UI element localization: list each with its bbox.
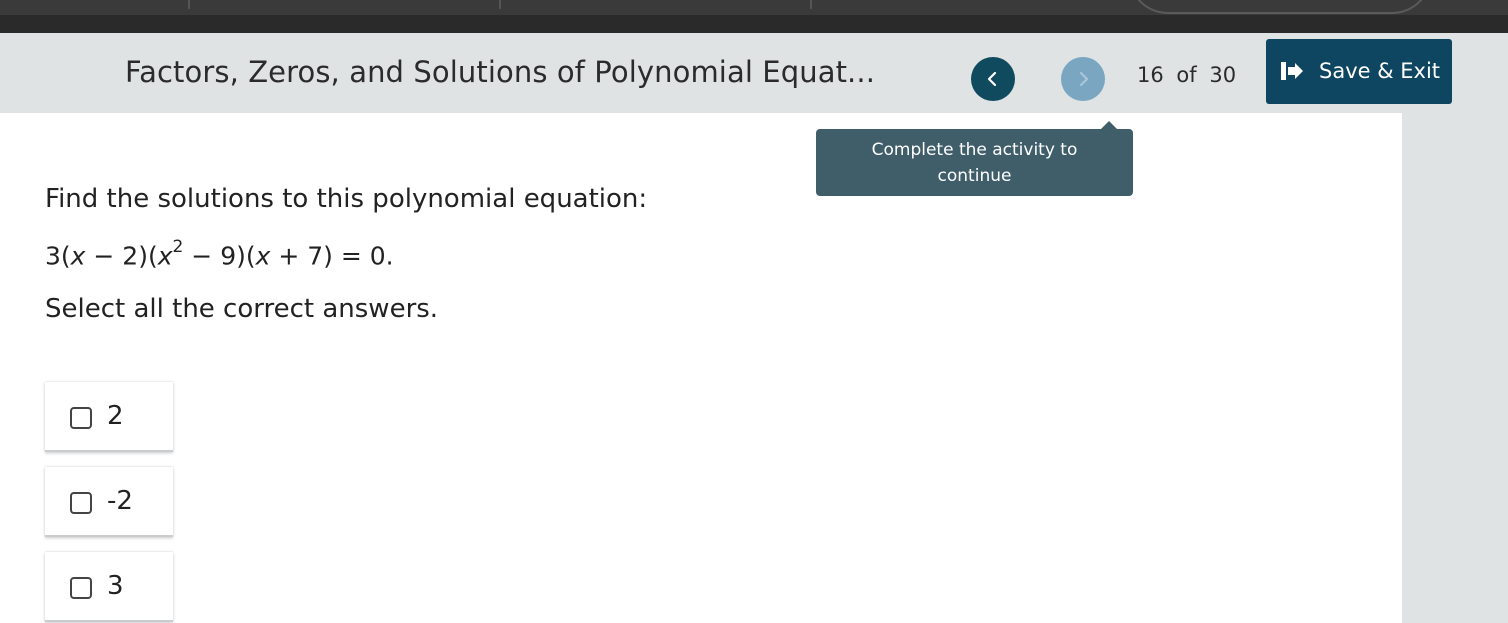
activity-title: Factors, Zeros, and Solutions of Polynom… (125, 55, 876, 89)
activity-header: Factors, Zeros, and Solutions of Polynom… (0, 33, 1453, 113)
equation-variable: x (157, 241, 173, 271)
page-of: of (1176, 63, 1197, 87)
checkbox[interactable] (70, 577, 92, 599)
chevron-left-icon (987, 71, 997, 87)
page-counter: 16 of 30 (1137, 63, 1236, 87)
page-total: 30 (1209, 63, 1237, 87)
previous-button[interactable] (971, 57, 1015, 101)
polynomial-equation: 3(x − 2)(x2 − 9)(x + 7) = 0. (45, 237, 394, 271)
checkbox[interactable] (70, 492, 92, 514)
save-exit-button[interactable]: Save & Exit (1266, 39, 1452, 104)
tooltip-arrow (1101, 121, 1117, 129)
bezel-tick (810, 0, 812, 9)
equation-part: + 7) = 0. (270, 241, 394, 271)
question-prompt: Find the solutions to this polynomial eq… (45, 184, 648, 214)
tooltip-line-2: continue (937, 166, 1012, 186)
answer-option-value: 3 (107, 571, 124, 601)
answer-option-value: 2 (107, 401, 124, 431)
equation-exponent: 2 (172, 237, 184, 257)
answer-option-value: -2 (107, 486, 133, 516)
question-instruction: Select all the correct answers. (45, 294, 439, 324)
checkbox[interactable] (70, 407, 92, 429)
equation-part: − 9)( (183, 241, 256, 271)
continue-tooltip: Complete the activity to continue (816, 129, 1133, 196)
equation-variable: x (255, 241, 271, 271)
bezel-tick (188, 0, 190, 9)
next-button[interactable] (1061, 57, 1105, 101)
bezel-tick (499, 0, 501, 9)
page-current: 16 (1137, 63, 1164, 87)
answer-option[interactable]: 2 (45, 382, 173, 452)
right-rail (1402, 33, 1508, 623)
save-exit-label: Save & Exit (1319, 59, 1441, 83)
answer-option[interactable]: -2 (45, 467, 173, 537)
bezel-notch (1128, 0, 1432, 14)
device-bezel (0, 0, 1508, 33)
equation-variable: x (70, 241, 86, 271)
tooltip-line-1: Complete the activity to (871, 140, 1078, 160)
chevron-right-icon (1079, 71, 1089, 87)
equation-part: − 2)( (85, 241, 158, 271)
exit-arrow-icon (1281, 62, 1303, 80)
answer-option[interactable]: 3 (45, 552, 173, 622)
equation-part: 3( (45, 241, 71, 271)
